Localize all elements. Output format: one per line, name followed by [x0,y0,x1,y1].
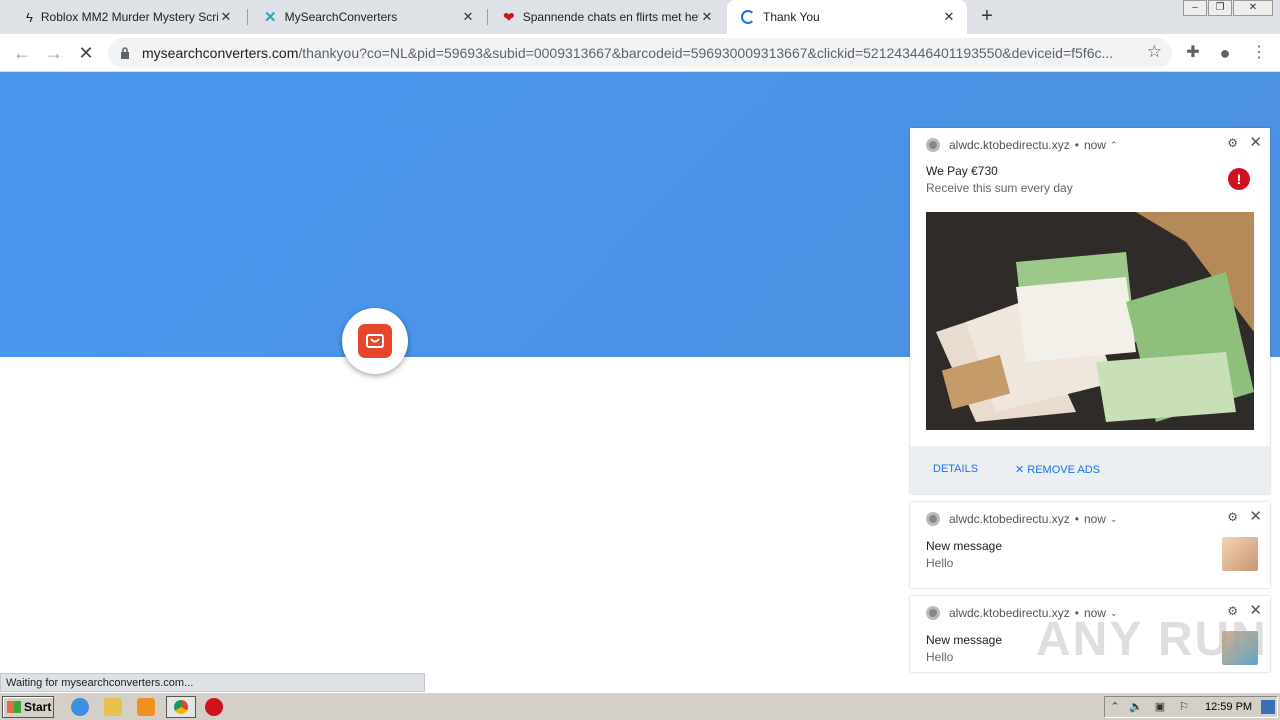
tab-roblox[interactable]: ϟ Roblox MM2 Murder Mystery Script C ✕ [12,0,244,34]
browser-toolbar: ← → ✕ mysearchconverters.com/thankyou?co… [0,34,1280,72]
close-window-button[interactable]: ✕ [1233,0,1273,16]
close-icon[interactable]: ✕ [699,9,715,25]
money-image [926,212,1254,430]
tab-title: MySearchConverters [284,10,398,24]
notification-title: New message [926,633,1003,647]
clock: 12:59 PM [1205,701,1253,713]
alert-icon: ! [1228,168,1250,190]
profile-icon[interactable]: ● [1214,42,1236,64]
tab-title: Spannende chats en flirts met hete c [522,10,699,24]
back-button[interactable]: ← [11,42,33,64]
lightning-icon: ϟ [26,9,33,25]
menu-icon[interactable]: ⋮ [1248,42,1270,64]
stop-button[interactable]: ✕ [75,42,97,64]
close-icon: ✕ [1015,464,1028,476]
folder-icon[interactable] [104,698,122,716]
chrome-icon [926,512,940,526]
tab-strip: ϟ Roblox MM2 Murder Mystery Script C ✕ ✕… [0,0,1280,34]
url-text: mysearchconverters.com/thankyou?co=NL&pi… [142,45,1132,61]
close-icon[interactable]: ✕ [218,9,234,25]
details-button[interactable]: DETAILS [933,463,978,475]
windows-logo-icon [7,701,21,713]
chevron-up-icon[interactable]: ⌃ [1110,140,1118,151]
notification-thumbnail [1222,537,1258,571]
minimize-button[interactable]: – [1183,0,1207,16]
show-desktop-icon[interactable] [1261,700,1275,714]
start-button[interactable]: Start [2,696,54,718]
close-icon[interactable]: ✕ [1249,507,1262,525]
notification-title: New message [926,539,1003,553]
tab-mysearchconverters[interactable]: ✕ MySearchConverters ✕ [250,0,486,34]
extensions-icon[interactable]: ✚ [1182,42,1204,64]
notification-title: We Pay €730 [926,164,998,178]
notification-body: Hello [926,650,954,664]
notification-we-pay[interactable]: alwdc.ktobedirectu.xyz • now ⌃ ⚙ ✕ We Pa… [910,128,1270,494]
close-icon[interactable]: ✕ [941,9,957,25]
system-tray: ⌃ 🔈 ▣ ⚐ 12:59 PM [1104,696,1278,718]
remove-ads-button[interactable]: ✕ REMOVE ADS [1015,463,1100,476]
chrome-icon [926,606,940,620]
notification-header: alwdc.ktobedirectu.xyz • now ⌃ [926,138,1118,152]
tab-title: Thank You [763,10,820,24]
notification-new-message-1[interactable]: alwdc.ktobedirectu.xyz • now ⌄ ⚙ ✕ New m… [910,502,1270,588]
mysearch-logo-icon: ✕ [264,9,277,26]
taskbar: Start ⌃ 🔈 ▣ ⚐ 12:59 PM [0,692,1280,720]
notification-time: now [1083,512,1106,526]
anyrun-watermark: ANY RUN [1036,613,1268,666]
network-icon[interactable]: ▣ [1153,700,1167,714]
close-icon[interactable]: ✕ [1249,133,1262,151]
notification-time: now [1083,138,1106,152]
restore-button[interactable]: ❐ [1208,0,1232,16]
forward-button[interactable]: → [43,42,65,64]
media-player-icon[interactable] [137,698,155,716]
notification-header: alwdc.ktobedirectu.xyz • now ⌄ [926,512,1118,526]
gear-icon[interactable]: ⚙ [1227,136,1238,150]
stop-sign-icon[interactable] [205,698,223,716]
close-icon[interactable]: ✕ [460,9,476,25]
notification-source: alwdc.ktobedirectu.xyz [949,512,1070,526]
heart-icon: ❤ [503,8,515,25]
lock-icon [121,47,129,59]
gear-icon[interactable]: ⚙ [1227,510,1238,524]
notification-body: Receive this sum every day [926,181,1073,195]
tab-chats[interactable]: ❤ Spannende chats en flirts met hete c ✕ [489,0,725,34]
status-bar: Waiting for mysearchconverters.com... [0,673,425,692]
tab-title: Roblox MM2 Murder Mystery Script C [40,10,218,24]
bookmark-star-icon[interactable]: ☆ [1147,42,1162,62]
chevron-up-icon[interactable]: ⌃ [1108,700,1122,714]
chevron-down-icon[interactable]: ⌄ [1110,514,1118,525]
new-tab-button[interactable]: + [976,5,998,27]
notification-body: Hello [926,556,954,570]
ie-icon[interactable] [71,698,89,716]
chrome-icon [926,138,940,152]
loading-spinner-icon [741,10,755,24]
chrome-taskbar-icon[interactable] [166,696,196,718]
address-bar[interactable]: mysearchconverters.com/thankyou?co=NL&pi… [108,38,1172,68]
page-content: alwdc.ktobedirectu.xyz • now ⌃ ⚙ ✕ We Pa… [0,72,1280,692]
notification-actions: DETAILS ✕ REMOVE ADS [910,446,1270,494]
url-path: /thankyou?co=NL&pid=59693&subid=00093136… [298,45,1114,61]
tab-thank-you[interactable]: Thank You ✕ [727,0,967,34]
notification-source: alwdc.ktobedirectu.xyz [949,138,1070,152]
speaker-icon[interactable]: 🔈 [1129,700,1143,714]
shopping-bag-icon [342,308,408,374]
url-host: mysearchconverters.com [142,45,299,61]
flag-icon[interactable]: ⚐ [1177,700,1191,714]
